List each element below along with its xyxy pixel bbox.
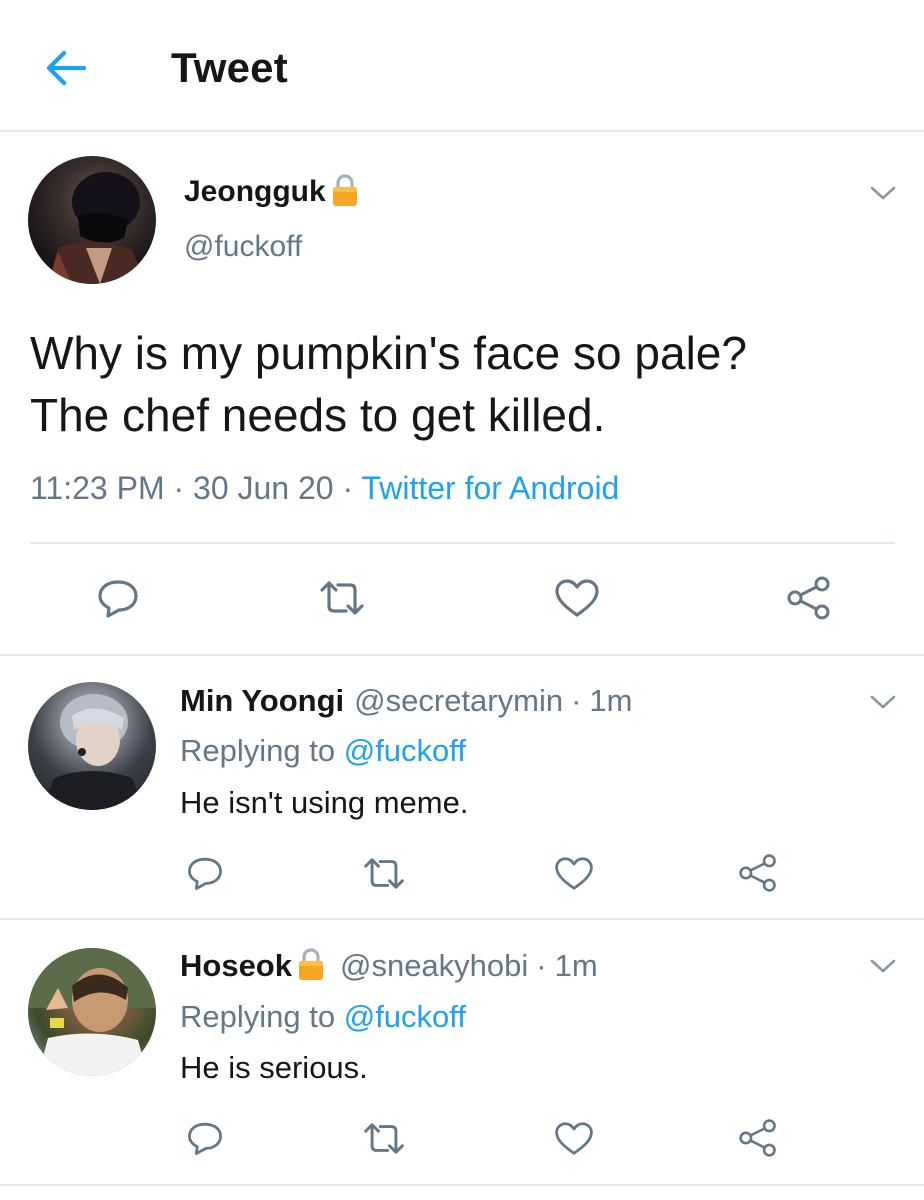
reply-icon — [98, 580, 138, 618]
replying-to-label: Replying to — [180, 733, 336, 768]
reply-author-name[interactable]: Hoseok — [180, 948, 292, 984]
mention-link[interactable]: @fuckoff — [344, 733, 466, 768]
divider — [0, 654, 924, 656]
reply-author-name[interactable]: Min Yoongi — [180, 683, 344, 719]
like-button[interactable] — [554, 856, 594, 891]
share-icon — [787, 576, 830, 620]
reply-button[interactable] — [186, 1120, 224, 1156]
avatar[interactable] — [28, 948, 156, 1076]
top-bar: Tweet — [0, 0, 924, 132]
mention-link[interactable]: @fuckoff — [344, 999, 466, 1034]
retweet-icon — [364, 1123, 404, 1154]
meta-separator: · — [164, 470, 194, 506]
retweet-icon — [364, 858, 404, 889]
share-icon — [739, 854, 776, 892]
more-options-button[interactable] — [868, 183, 898, 203]
page-title: Tweet — [171, 44, 288, 91]
author-handle[interactable]: @fuckoff — [184, 230, 302, 264]
like-button[interactable] — [554, 578, 600, 618]
tweet-text: Why is my pumpkin's face so pale? The ch… — [30, 322, 900, 446]
tweet-text-line: The chef needs to get killed. — [30, 389, 606, 441]
like-button[interactable] — [554, 1121, 594, 1156]
reply-author-handle[interactable]: @secretarymin — [354, 683, 563, 719]
replying-to: Replying to @fuckoff — [180, 999, 466, 1035]
reply-text: He is serious. — [180, 1050, 368, 1085]
lock-icon — [330, 173, 360, 207]
divider — [0, 1184, 924, 1186]
chevron-down-icon — [870, 186, 896, 200]
reply-author-handle[interactable]: @sneakyhobi — [340, 948, 528, 984]
tweet-text-line: Why is my pumpkin's face so pale? — [30, 327, 747, 379]
author-name-text: Jeongguk — [184, 175, 326, 208]
meta-separator: · — [333, 470, 362, 506]
back-button[interactable] — [44, 48, 88, 88]
author-name[interactable]: Jeongguk — [184, 173, 360, 209]
more-options-button[interactable] — [868, 692, 898, 712]
share-icon — [739, 1119, 776, 1157]
share-button[interactable] — [738, 853, 778, 893]
tweet-meta: 11:23 PM · 30 Jun 20 · Twitter for Andro… — [30, 470, 619, 507]
reply-time[interactable]: 1m — [589, 683, 632, 719]
retweet-button[interactable] — [362, 1122, 406, 1155]
heart-icon — [555, 579, 599, 617]
share-button[interactable] — [786, 575, 832, 621]
retweet-button[interactable] — [318, 580, 366, 616]
more-options-button[interactable] — [868, 956, 898, 976]
reply-header: Min Yoongi @secretarymin · 1m — [180, 683, 633, 719]
reply-header: Hoseok @sneakyhobi · 1m — [180, 947, 598, 984]
divider — [30, 542, 895, 544]
avatar[interactable] — [28, 682, 156, 810]
tweet-date: 30 Jun 20 — [193, 470, 334, 506]
replying-to-label: Replying to — [180, 999, 336, 1034]
reply-button[interactable] — [186, 855, 224, 891]
arrow-left-icon — [46, 50, 87, 86]
chevron-down-icon — [870, 959, 896, 973]
share-button[interactable] — [738, 1118, 778, 1158]
heart-icon — [555, 857, 593, 890]
avatar[interactable] — [28, 156, 156, 284]
retweet-icon — [320, 581, 364, 615]
divider — [0, 918, 924, 920]
tweet-source-link[interactable]: Twitter for Android — [361, 470, 619, 506]
retweet-button[interactable] — [362, 857, 406, 890]
reply-icon — [188, 857, 222, 890]
tweet-time: 11:23 PM — [30, 470, 165, 506]
reply-time[interactable]: 1m — [555, 948, 598, 984]
reply-text: He isn't using meme. — [180, 785, 469, 820]
reply-button[interactable] — [96, 578, 140, 618]
chevron-down-icon — [870, 695, 896, 709]
lock-icon — [296, 947, 326, 981]
replying-to: Replying to @fuckoff — [180, 733, 466, 769]
reply-icon — [188, 1122, 222, 1155]
heart-icon — [555, 1122, 593, 1155]
